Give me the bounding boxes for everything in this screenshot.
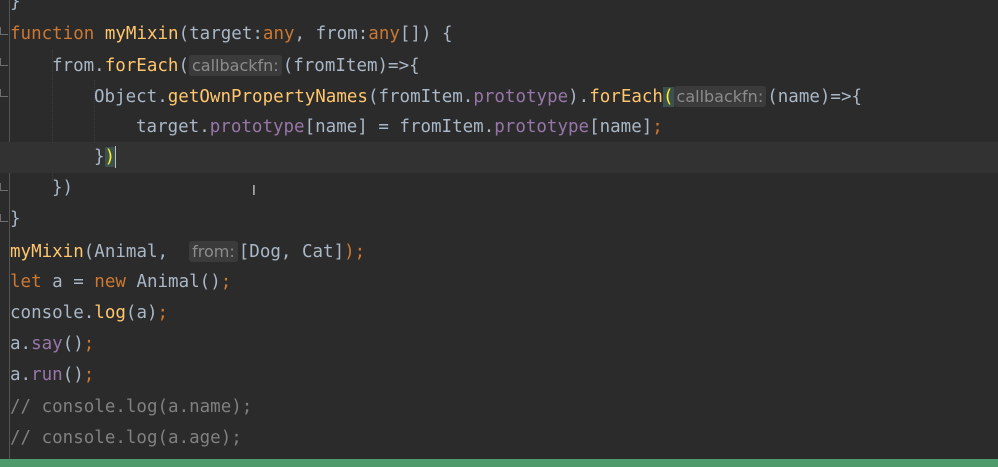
status-bar [0, 459, 998, 467]
code-line: }) [52, 178, 74, 198]
code-line: a.say(); [10, 334, 95, 354]
code-line: // console.log(a.age); [10, 428, 242, 448]
code-line: a.run(); [10, 365, 95, 385]
current-code-line[interactable]: })}) [0, 142, 998, 173]
code-line: target.prototype[name] = fromItem.protot… [136, 117, 663, 137]
parameter-hint: from: [189, 241, 238, 262]
code-line: } [10, 0, 21, 12]
parameter-hint: callbackfn: [189, 55, 282, 76]
code-line: from.forEach(callbackfn: (fromItem)=>{ [52, 55, 420, 76]
code-line: let a = new Animal(); [10, 272, 232, 292]
code-line: myMixin(Animal, from: [Dog, Cat]); [10, 241, 366, 262]
code-line: } [10, 209, 21, 229]
parameter-hint: callbackfn: [673, 86, 767, 107]
code-line: Object.getOwnPropertyNames(fromItem.prot… [94, 86, 863, 107]
mouse-ibeam-icon: I [252, 184, 256, 199]
text-caret [115, 146, 117, 168]
code-editor[interactable]: } function myMixin(target:any, from:any[… [0, 0, 998, 459]
code-line: // console.log(a.name); [10, 397, 253, 417]
code-line: function myMixin(target:any, from:any[])… [10, 24, 453, 44]
code-line: console.log(a); [10, 303, 169, 323]
